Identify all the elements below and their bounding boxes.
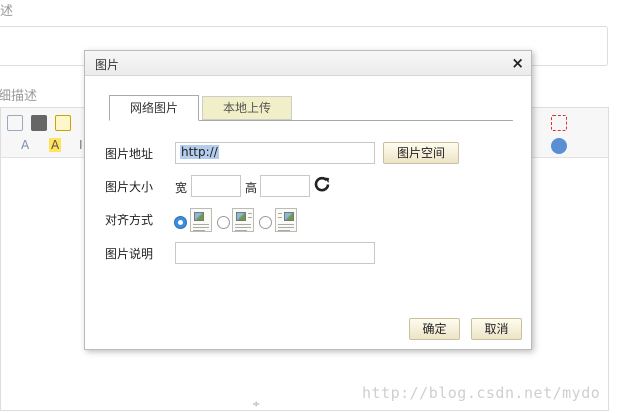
width-input[interactable] — [191, 175, 241, 197]
url-label: 图片地址 — [105, 147, 154, 161]
field-label-description: 述 — [0, 4, 14, 19]
print-icon[interactable] — [31, 115, 47, 131]
width-label: 宽 — [175, 181, 188, 195]
font-color-button[interactable]: A — [21, 138, 29, 152]
tab-local-upload[interactable]: 本地上传 — [202, 96, 292, 120]
help-icon[interactable] — [551, 138, 567, 154]
image-description-input[interactable] — [175, 242, 375, 264]
field-label-detail: 细描述 — [0, 89, 38, 104]
close-icon[interactable]: × — [511, 54, 524, 72]
image-url-input[interactable]: http:// — [175, 142, 375, 164]
dialog-titlebar[interactable]: 图片 × — [85, 51, 531, 76]
align-right-radio[interactable] — [259, 216, 272, 229]
template-icon[interactable] — [55, 115, 71, 131]
align-default-icon — [190, 208, 212, 232]
editor-resize-handle[interactable]: ÷ — [252, 399, 260, 410]
image-space-button[interactable]: 图片空间 — [383, 142, 459, 164]
fullscreen-icon[interactable] — [551, 115, 567, 131]
align-label: 对齐方式 — [105, 213, 154, 227]
preview-icon[interactable] — [7, 115, 23, 131]
tab-network-image[interactable]: 网络图片 — [109, 95, 199, 121]
highlight-color-button[interactable]: A — [49, 138, 62, 152]
watermark: http://blog.csdn.net/mydo — [362, 384, 601, 402]
align-left-radio[interactable] — [217, 216, 230, 229]
align-default-radio[interactable] — [174, 216, 187, 229]
italic-button[interactable]: I — [79, 138, 83, 152]
height-input[interactable] — [260, 175, 310, 197]
size-label: 图片大小 — [105, 180, 154, 194]
align-left-icon — [232, 208, 254, 232]
url-value: http:// — [180, 145, 219, 159]
reset-size-icon[interactable] — [314, 176, 330, 192]
dialog-tabs: 网络图片 本地上传 — [109, 95, 513, 121]
image-dialog: 图片 × 网络图片 本地上传 图片地址 http:// 图片空间 图片大小 宽 … — [84, 50, 532, 350]
dialog-title: 图片 — [95, 58, 120, 72]
height-label: 高 — [245, 181, 258, 195]
align-right-icon — [275, 208, 297, 232]
ok-button[interactable]: 确定 — [409, 318, 460, 340]
desc-label: 图片说明 — [105, 247, 154, 261]
cancel-button[interactable]: 取消 — [471, 318, 522, 340]
